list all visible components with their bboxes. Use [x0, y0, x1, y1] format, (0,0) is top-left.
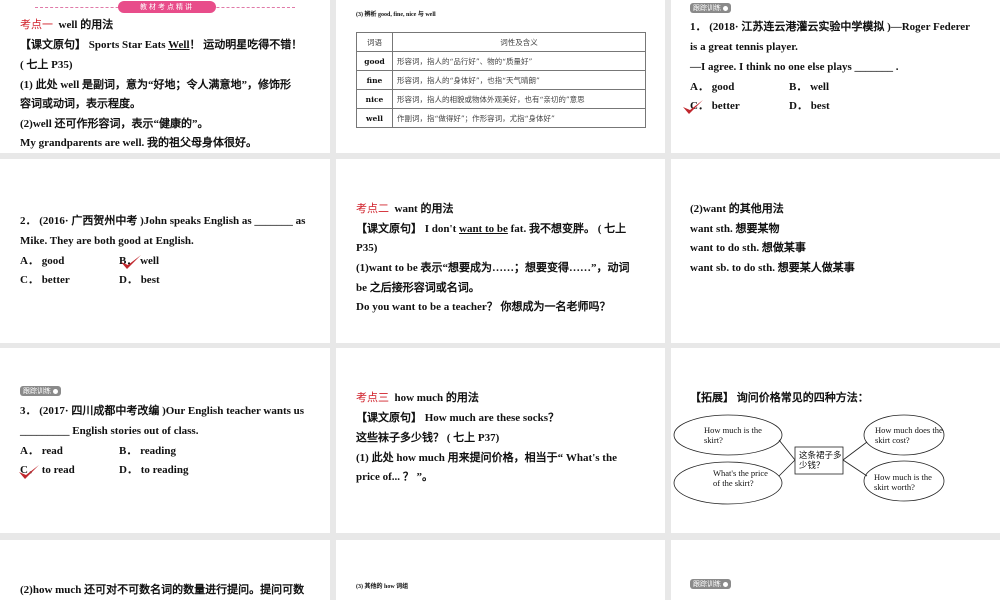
topic-title: well 的用法: [58, 19, 114, 31]
slide-exercise-3[interactable]: 跟踪训练 3． (2017· 四川成都中考改编 )Our English tea…: [0, 348, 330, 533]
text-line: ( 七上 P35): [20, 59, 73, 71]
topic-title: how much 的用法: [394, 392, 479, 404]
practice-badge: 跟踪训练: [690, 3, 731, 13]
slide-how-much-usage[interactable]: 考点三 how much 的用法 【课文原句】 How much are the…: [336, 348, 665, 533]
bubble-text: What's the price of the skirt?: [713, 468, 768, 488]
text: fat. 我不想变胖。 ( 七上: [507, 223, 627, 235]
table-row: nice 形容词，指人的相貌或物体外观美好，也有“亲切的”意思: [356, 89, 646, 109]
practice-badge: 跟踪训练: [20, 386, 61, 396]
text-line: (2)well 还可作形容词，表示“健康的”。: [20, 118, 209, 130]
slide-compare-table[interactable]: (3) 辨析 good, fine, nice 与 well 词语 词性及含义 g…: [336, 0, 665, 153]
topic-label: 考点三: [356, 392, 389, 404]
topic-heading: 考点三 how much 的用法: [356, 391, 479, 405]
practice-badge: 跟踪训练: [690, 579, 731, 589]
slide-want-other[interactable]: (2)want 的其他用法 want sth. 想要某物 want to do …: [671, 159, 1000, 343]
cell-word: well: [356, 108, 393, 128]
topic-heading: 考点一 well 的用法: [20, 18, 113, 32]
text: 【课文原句】 I don't: [356, 223, 459, 235]
question-text: _________ English stories out of class.: [20, 425, 199, 437]
text-line: (2)how much 还可对不可数名词的数量进行提问。提问可数: [20, 584, 305, 596]
slide-heading: (3) 其他的 how 词组: [356, 584, 409, 590]
text: 【课文原句】 Sports Star Eats: [20, 39, 169, 51]
slide-price-diagram[interactable]: 【拓展】 询问价格常见的四种方法： How much is the skirt?…: [671, 348, 1000, 533]
cell-meaning: 作副词，指“做得好”；作形容词，尤指“身体好”: [392, 108, 646, 128]
example-line: My grandparents are well. 我的祖父母身体很好。: [20, 137, 257, 149]
text-line: (1)want to be 表示“想要成为……；想要变得……”，动词: [356, 262, 630, 274]
question-text: Mike. They are both good at English.: [20, 235, 194, 247]
checkmark-icon: [121, 255, 141, 269]
option-d[interactable]: D． best: [789, 99, 830, 113]
question-text: 2． (2016· 广西贺州中考 )John speaks English as…: [20, 215, 306, 227]
text: ！ 运动明星吃得不错！: [189, 39, 303, 51]
underlined-word: Well: [168, 39, 190, 51]
cell-meaning: 形容词，指人的相貌或物体外观美好，也有“亲切的”意思: [392, 89, 646, 109]
text-line: 这些袜子多少钱？ ( 七上 P37): [356, 432, 500, 444]
text-line: want sb. to do sth. 想要某人做某事: [690, 262, 855, 274]
slide-how-phrases[interactable]: (3) 其他的 how 词组: [336, 540, 665, 600]
question-text: 1． (2018· 江苏连云港灌云实验中学模拟 )—Roger Federer: [690, 21, 971, 33]
table-row: fine 形容词，指人的“身体好”，也指“天气晴朗”: [356, 70, 646, 90]
text-line: be 之后接形容词或名词。: [356, 282, 480, 294]
text-line: (1) 此处 how much 用来提问价格，相当于“ What's the: [356, 452, 617, 464]
cell-meaning: 形容词，指人的“品行好”、物的“质量好”: [392, 51, 646, 71]
slide-exercise-2[interactable]: 2． (2016· 广西贺州中考 )John speaks English as…: [0, 159, 330, 343]
text-line: 容词或动词，表示程度。: [20, 98, 141, 110]
option-d[interactable]: D． to reading: [119, 463, 188, 477]
bubble-text: How much does the skirt cost?: [875, 425, 943, 445]
section-banner: 教材考点精讲: [118, 1, 216, 13]
underlined-phrase: want to be: [459, 223, 508, 235]
option-d[interactable]: D． best: [119, 273, 160, 287]
comparison-table: 词语 词性及含义 good 形容词，指人的“品行好”、物的“质量好” fine 形容词…: [356, 32, 646, 128]
source-sentence: 【课文原句】 How much are these socks？: [356, 412, 559, 424]
bubble-text: How much is the skirt worth?: [874, 472, 932, 492]
question-text: is a great tennis player.: [690, 41, 798, 53]
topic-label: 考点一: [20, 19, 53, 31]
question-text: 3． (2017· 四川成都中考改编 )Our English teacher …: [20, 405, 305, 417]
slide-exercise-1[interactable]: 跟踪训练 1． (2018· 江苏连云港灌云实验中学模拟 )—Roger Fed…: [671, 0, 1000, 153]
text-line: (2)want 的其他用法: [690, 203, 784, 215]
option-a[interactable]: A． read: [20, 444, 63, 458]
cell-word: nice: [356, 89, 393, 109]
option-b[interactable]: B． well: [789, 80, 829, 94]
checkmark-icon: [683, 100, 703, 114]
source-sentence: 【课文原句】 I don't want to be fat. 我不想变胖。 ( …: [356, 222, 626, 236]
option-a[interactable]: A． good: [20, 254, 64, 268]
table-header: 词性及含义: [392, 32, 646, 52]
option-c[interactable]: C． better: [20, 273, 70, 287]
checkmark-icon: [19, 465, 39, 479]
option-b[interactable]: B． reading: [119, 444, 176, 458]
slide-heading: (3) 辨析 good, fine, nice 与 well: [356, 12, 436, 18]
text-line: want to do sth. 想做某事: [690, 242, 806, 254]
cell-word: fine: [356, 70, 393, 90]
topic-title: want 的用法: [394, 203, 454, 215]
text-line: want sth. 想要某物: [690, 223, 780, 235]
source-sentence: 【课文原句】 Sports Star Eats Well！ 运动明星吃得不错！: [20, 38, 302, 52]
slide-how-much-uncountable[interactable]: (2)how much 还可对不可数名词的数量进行提问。提问可数: [0, 540, 330, 600]
slide-well-usage[interactable]: 教材考点精讲 考点一 well 的用法 【课文原句】 Sports Star E…: [0, 0, 330, 153]
topic-label: 考点二: [356, 203, 389, 215]
table-row: good 形容词，指人的“品行好”、物的“质量好”: [356, 51, 646, 71]
table-header: 词语: [356, 32, 393, 52]
table-row: well 作副词，指“做得好”；作形容词，尤指“身体好”: [356, 108, 646, 128]
cell-word: good: [356, 51, 393, 71]
slide-want-usage[interactable]: 考点二 want 的用法 【课文原句】 I don't want to be f…: [336, 159, 665, 343]
text-line: (1) 此处 well 是副词，意为“好地；令人满意地”，修饰形: [20, 79, 292, 91]
text-line: price of... ？ ”。: [356, 471, 433, 483]
option-a[interactable]: A． good: [690, 80, 734, 94]
slide-exercise-4[interactable]: 跟踪训练: [671, 540, 1000, 600]
bubble-text: How much is the skirt?: [704, 425, 762, 445]
topic-heading: 考点二 want 的用法: [356, 202, 453, 216]
center-text: 这条裙子多少钱？: [799, 450, 842, 470]
question-text: —I agree. I think no one else plays ____…: [690, 61, 899, 73]
example-line: Do you want to be a teacher？ 你想成为一名老师吗？: [356, 301, 611, 313]
cell-meaning: 形容词，指人的“身体好”，也指“天气晴朗”: [392, 70, 646, 90]
text-line: P35): [356, 242, 378, 254]
